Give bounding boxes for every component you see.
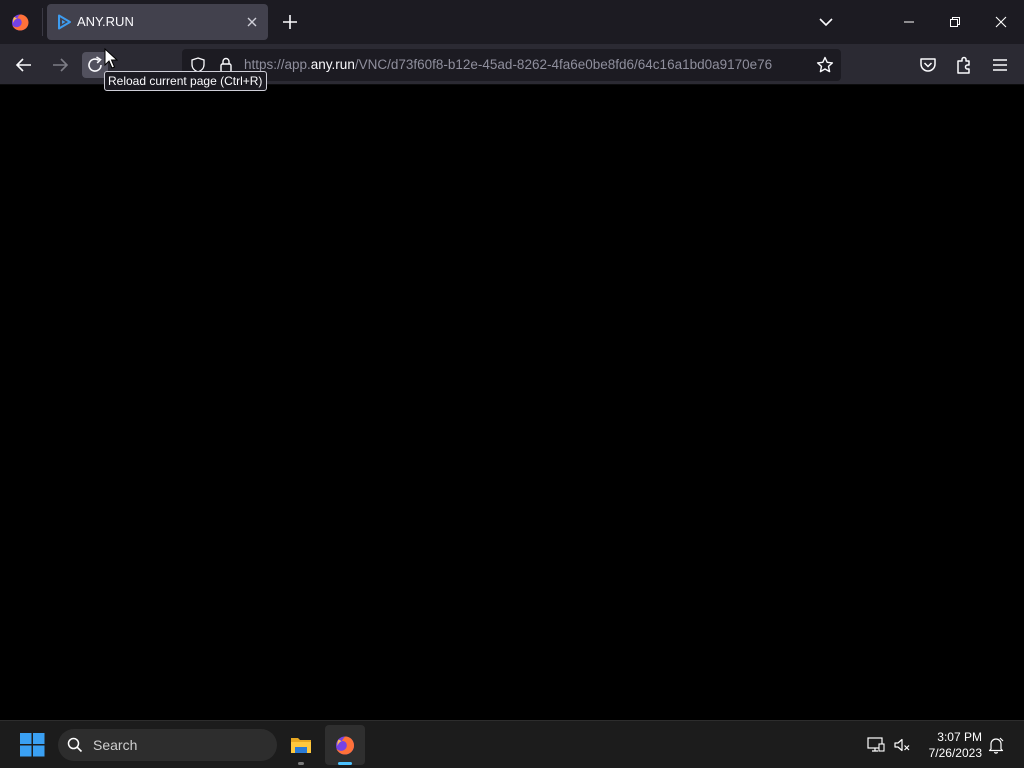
pocket-icon[interactable]	[917, 54, 939, 76]
restore-icon[interactable]	[941, 8, 969, 36]
network-icon[interactable]	[866, 735, 886, 755]
anyrun-favicon-icon	[58, 14, 71, 30]
running-indicator	[298, 762, 304, 765]
bookmark-star-icon[interactable]	[815, 55, 835, 75]
address-bar[interactable]: https://app.any.run/VNC/d73f60f8-b12e-45…	[182, 49, 841, 81]
tab-title: ANY.RUN	[77, 14, 134, 29]
new-tab-icon[interactable]	[280, 12, 300, 32]
list-all-tabs-chevron-down-icon[interactable]	[816, 12, 836, 32]
page-content-area[interactable]	[0, 85, 1024, 720]
firefox-taskbar-button[interactable]	[325, 725, 365, 765]
url-path: /VNC/d73f60f8-b12e-45ad-8262-4fa6e0be8fd…	[354, 57, 773, 72]
tab-anyrun[interactable]: ANY.RUN	[47, 4, 268, 40]
file-explorer-taskbar-button[interactable]	[281, 725, 321, 765]
close-tab-icon[interactable]	[244, 14, 260, 30]
taskbar-search-box[interactable]: Search	[58, 729, 277, 761]
notification-bell-icon[interactable]	[986, 735, 1006, 755]
url-host: any.run	[310, 57, 355, 72]
reload-tooltip: Reload current page (Ctrl+R)	[104, 71, 268, 91]
minimize-icon[interactable]	[895, 8, 923, 36]
search-icon	[67, 737, 83, 753]
clock-time: 3:07 PM	[937, 730, 982, 744]
windows-start-icon[interactable]	[18, 732, 46, 758]
folder-icon	[291, 738, 311, 753]
extensions-puzzle-icon[interactable]	[953, 54, 975, 76]
system-clock[interactable]: 3:07 PM 7/26/2023	[916, 729, 982, 761]
firefox-view-icon[interactable]	[8, 10, 32, 34]
back-arrow-icon[interactable]	[11, 52, 37, 78]
search-label: Search	[93, 737, 138, 753]
url-scheme: https://app.	[244, 57, 311, 72]
mouse-cursor-icon	[104, 48, 118, 69]
hamburger-menu-icon[interactable]	[989, 54, 1011, 76]
tab-separator	[42, 8, 43, 36]
volume-muted-icon[interactable]	[892, 735, 912, 755]
taskbar: Search 3:07 PM 7/26/2023	[0, 720, 1024, 768]
clock-date: 7/26/2023	[928, 746, 982, 760]
close-window-icon[interactable]	[987, 8, 1015, 36]
url-text[interactable]: https://app.any.run/VNC/d73f60f8-b12e-45…	[244, 57, 808, 72]
forward-arrow-icon[interactable]	[47, 52, 73, 78]
url-fade-overlay	[778, 49, 812, 81]
firefox-icon	[336, 736, 354, 755]
tab-strip: ANY.RUN	[0, 0, 1024, 44]
active-indicator	[338, 762, 352, 765]
